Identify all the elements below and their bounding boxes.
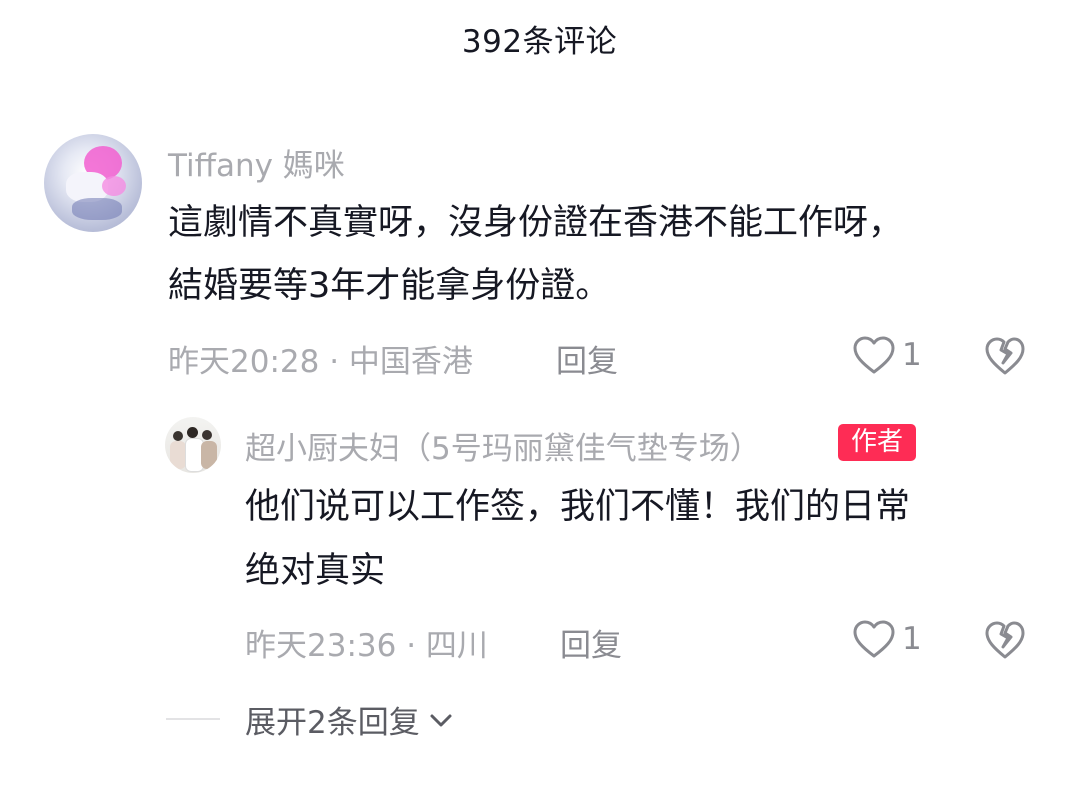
comment-meta: 昨天20:28 · 中国香港 bbox=[168, 344, 473, 380]
heart-outline-icon bbox=[853, 620, 895, 658]
heart-outline-icon bbox=[853, 336, 895, 374]
reply-meta: 昨天23:36 · 四川 bbox=[245, 628, 488, 664]
comment-text-line-1: 這劇情不真實呀，沒身份證在香港不能工作呀， bbox=[168, 203, 904, 243]
broken-heart-icon bbox=[985, 337, 1025, 375]
broken-heart-icon bbox=[985, 621, 1025, 659]
reply-like-button[interactable]: 1 bbox=[852, 619, 922, 659]
reply-username[interactable]: 超小厨夫妇（5号玛丽黛佳气垫专场） bbox=[245, 423, 761, 468]
divider-line bbox=[166, 718, 220, 720]
comments-panel: 392条评论 Tiffany 媽咪 這劇情不真實呀，沒身份證在香港不能工作呀， … bbox=[0, 0, 1079, 793]
expand-replies-label: 展开2条回复 bbox=[245, 705, 420, 741]
reply-reply-button[interactable]: 回复 bbox=[560, 620, 622, 665]
chevron-down-icon bbox=[430, 714, 452, 726]
comment-text-line-2: 結婚要等3年才能拿身份證。 bbox=[168, 266, 611, 306]
reply-text-line-2: 绝对真实 bbox=[245, 551, 386, 591]
avatar[interactable] bbox=[44, 134, 142, 232]
like-count: 1 bbox=[902, 337, 922, 373]
reply-dislike-button[interactable] bbox=[984, 620, 1026, 664]
comment-username[interactable]: Tiffany 媽咪 bbox=[168, 140, 345, 185]
reply-text-line-1: 他们说可以工作签，我们不懂！我们的日常 bbox=[245, 487, 911, 527]
like-button[interactable]: 1 bbox=[852, 335, 922, 375]
reply-button[interactable]: 回复 bbox=[556, 336, 618, 381]
dislike-button[interactable] bbox=[984, 336, 1026, 380]
expand-replies-button[interactable]: 展开2条回复 bbox=[245, 697, 456, 742]
reply-like-count: 1 bbox=[902, 621, 922, 657]
author-badge: 作者 bbox=[838, 424, 916, 461]
reply-avatar[interactable] bbox=[165, 417, 221, 473]
comments-count-title: 392条评论 bbox=[461, 24, 618, 60]
